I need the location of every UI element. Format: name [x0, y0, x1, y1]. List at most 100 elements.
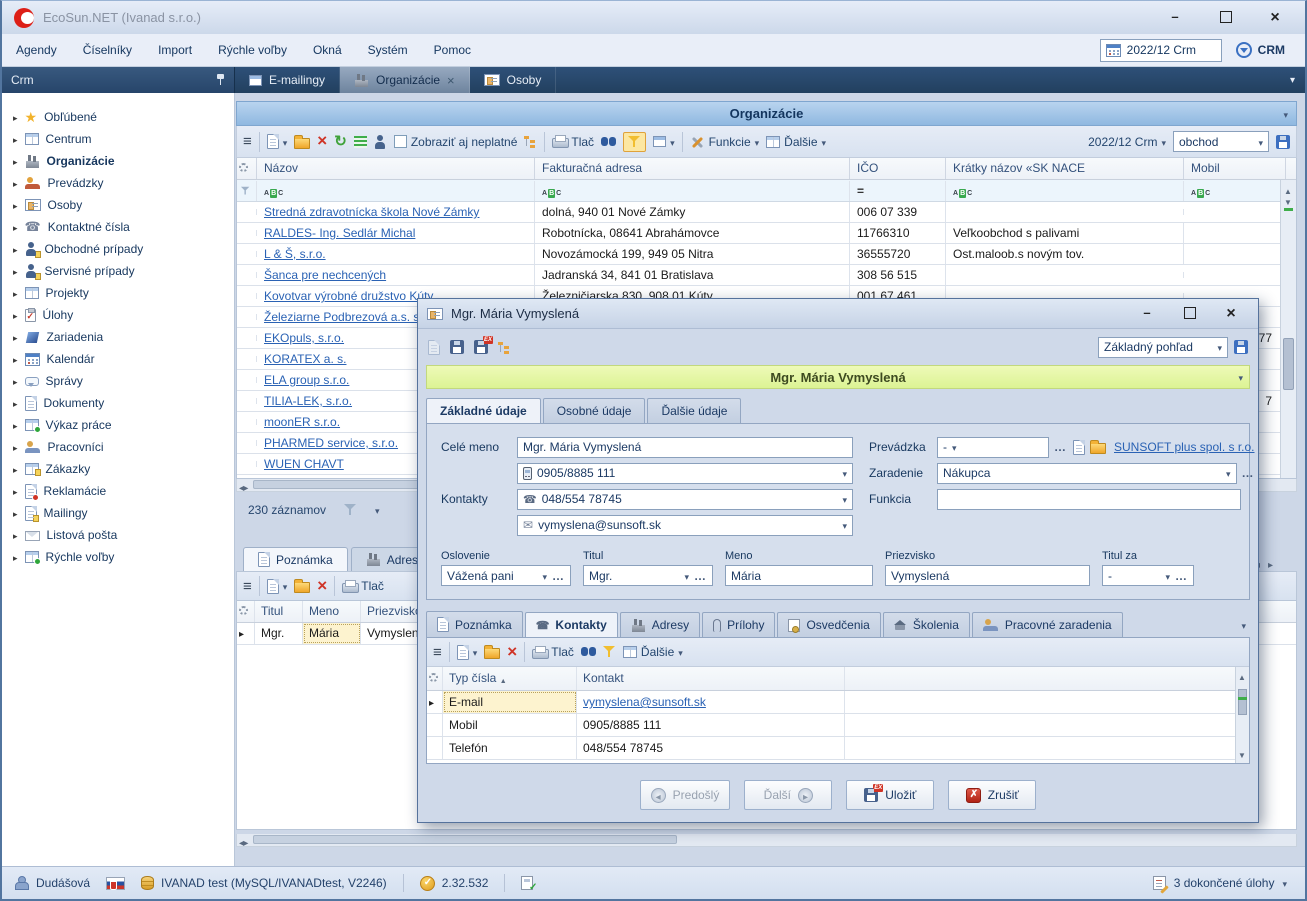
sidebar-item-organizacie[interactable]: Organizácie — [2, 150, 234, 172]
list-view-button[interactable] — [354, 136, 367, 148]
table-row[interactable]: Šanca pre nechcenýchJadranská 34, 841 01… — [237, 265, 1296, 286]
period-selector[interactable]: 2022/12 Crm — [1100, 39, 1222, 62]
table-row[interactable]: RALDES- Ing. Sedlár MichalRobotnícka, 08… — [237, 223, 1296, 244]
org-link[interactable]: EKOpuls, s.r.o. — [264, 331, 344, 345]
toolbar-period[interactable]: 2022/12 Crm — [1088, 135, 1166, 149]
funkcia-input[interactable] — [937, 489, 1241, 510]
s idebar-item-projekty[interactable]: Projekty — [2, 282, 234, 304]
more-menu[interactable]: Ďalšie — [623, 645, 683, 659]
next-button[interactable]: Ďalší — [744, 780, 832, 810]
pin-icon[interactable] — [216, 74, 225, 86]
column-header-typ-cisla[interactable]: Typ čísla — [443, 667, 577, 690]
sidebar-item-servisne-pripady[interactable]: Servisné prípady — [2, 260, 234, 282]
tab-osobne-udaje[interactable]: Osobné údaje — [543, 398, 646, 423]
filter-dropdown-icon[interactable] — [375, 503, 380, 517]
scrollbar-thumb[interactable] — [1283, 338, 1294, 390]
show-invalid-checkbox[interactable]: Zobraziť aj neplatné — [394, 135, 518, 149]
gear-icon[interactable] — [239, 606, 248, 615]
subtab-skolenia[interactable]: Školenia — [883, 612, 970, 637]
hierarchy-button[interactable] — [524, 135, 537, 148]
previous-button[interactable]: Predošlý — [640, 780, 731, 810]
titul-combo[interactable]: Mgr. — [583, 565, 713, 586]
banner-dropdown-icon[interactable] — [1238, 370, 1243, 384]
save-view-icon[interactable] — [1276, 135, 1290, 149]
assign-person-button[interactable] — [374, 135, 387, 149]
company-link[interactable]: SUNSOFT plus spol. s r.o. — [1114, 440, 1255, 454]
prevadzka-combo[interactable]: - — [937, 437, 1049, 458]
full-name-input[interactable]: Mgr. Mária Vymyslená — [517, 437, 853, 458]
tab-zakladne-udaje[interactable]: Základné údaje — [426, 398, 541, 423]
menu-ciselniky[interactable]: Číselníky — [83, 43, 132, 57]
subtab-adresy[interactable]: Adresy — [620, 612, 700, 637]
oslovenie-combo[interactable]: Vážená pani — [441, 565, 571, 586]
refresh-button[interactable] — [334, 135, 347, 149]
contact-row[interactable]: Telefón 048/554 78745 — [427, 737, 1249, 760]
org-link[interactable]: Železiarne Podbrezová a.s. skr — [264, 310, 429, 324]
priezvisko-input[interactable]: Vymyslená — [885, 565, 1090, 586]
subtab-prilohy[interactable]: Prílohy — [702, 612, 775, 637]
filter-nazov[interactable] — [257, 181, 535, 201]
new-record-button[interactable] — [267, 134, 288, 149]
sidebar-item-prevadzky[interactable]: Prevádzky — [2, 172, 234, 194]
email-combo[interactable]: vymyslena@sunsoft.sk — [517, 515, 853, 536]
column-header-nace[interactable]: Krátky názov «SK NACE — [946, 158, 1184, 179]
tab-dalsie-udaje[interactable]: Ďalšie údaje — [647, 398, 741, 423]
view-selector[interactable]: obchod — [1173, 131, 1269, 152]
sidebar-item-kalendar[interactable]: Kalendár — [2, 348, 234, 370]
lookup-dots-button[interactable] — [1054, 440, 1067, 454]
sidebar-item-kontaktne-cisla[interactable]: Kontaktné čísla — [2, 216, 234, 238]
column-header-meno[interactable]: Meno — [303, 601, 361, 622]
menu-import[interactable]: Import — [158, 43, 192, 57]
tab-organizacie[interactable]: Organizácie — [340, 67, 470, 93]
filter-status-icon[interactable] — [344, 504, 357, 516]
menu-icon[interactable] — [433, 644, 442, 661]
new-doc-icon[interactable] — [1073, 440, 1085, 455]
sidebar-item-dokumenty[interactable]: Dokumenty — [2, 392, 234, 414]
phone-combo[interactable]: 048/554 78745 — [517, 489, 853, 510]
column-header-mobil[interactable]: Mobil — [1184, 158, 1286, 179]
filter-icon[interactable] — [603, 646, 616, 658]
org-link[interactable]: KORATEX a. s. — [264, 352, 346, 366]
gear-icon[interactable] — [239, 163, 248, 172]
version-info[interactable]: 2.32.532 — [420, 876, 489, 891]
minimize-button[interactable] — [1167, 9, 1183, 27]
lookup-dots-button[interactable] — [1242, 466, 1255, 480]
sidebar-item-zakazky[interactable]: Zákazky — [2, 458, 234, 480]
print-button[interactable]: Tlač — [342, 579, 384, 593]
sidebar-item-spravy[interactable]: Správy — [2, 370, 234, 392]
open-button[interactable] — [294, 582, 310, 593]
tab-close-icon[interactable] — [447, 73, 455, 88]
hierarchy-icon[interactable] — [498, 341, 511, 354]
gear-icon[interactable] — [429, 673, 438, 682]
subtab-kontakty[interactable]: Kontakty — [525, 612, 618, 637]
filter-adresa[interactable] — [535, 181, 850, 201]
maximize-button[interactable] — [1217, 9, 1233, 27]
filter-mobil[interactable] — [1184, 181, 1286, 201]
menu-okna[interactable]: Okná — [313, 43, 342, 57]
sidebar-item-mailingy[interactable]: Mailingy — [2, 502, 234, 524]
filter-nace[interactable] — [946, 181, 1184, 201]
crm-button[interactable]: CRM — [1236, 42, 1291, 58]
row-splitter[interactable] — [1284, 208, 1293, 211]
subtab-pracovne-zaradenia[interactable]: Pracovné zaradenia — [972, 612, 1123, 637]
detail-horizontal-scrollbar[interactable] — [236, 834, 1297, 847]
scroll-down-icon[interactable] — [1284, 194, 1292, 208]
mobile-combo[interactable]: 0905/8885 111 — [517, 463, 853, 484]
open-button[interactable] — [294, 138, 310, 149]
delete-button[interactable] — [317, 134, 327, 149]
org-link[interactable]: Stredná zdravotnícka škola Nové Zámky — [264, 205, 479, 219]
sidebar-item-ulohy[interactable]: Úlohy — [2, 304, 234, 326]
save-view-icon[interactable] — [1234, 340, 1248, 354]
database-info[interactable]: IVANAD test (MySQL/IVANADtest, V2246) — [141, 876, 387, 890]
calculator-icon[interactable] — [521, 876, 533, 890]
layout-button[interactable] — [653, 135, 675, 149]
table-row[interactable]: Stredná zdravotnícka škola Nové Zámkydol… — [237, 202, 1296, 223]
contact-row[interactable]: Mobil 0905/8885 111 — [427, 714, 1249, 737]
save-close-icon[interactable] — [474, 340, 488, 354]
org-link[interactable]: WUEN CHAVT — [264, 457, 344, 471]
scroll-right-icon[interactable] — [243, 480, 248, 494]
view-selector[interactable]: Základný pohľad — [1098, 337, 1228, 358]
org-link[interactable]: Kovotvar výrobné družstvo Kúty — [264, 289, 433, 303]
column-header-kontakt[interactable]: Kontakt — [577, 667, 845, 690]
menu-agendy[interactable]: Agendy — [16, 43, 57, 57]
